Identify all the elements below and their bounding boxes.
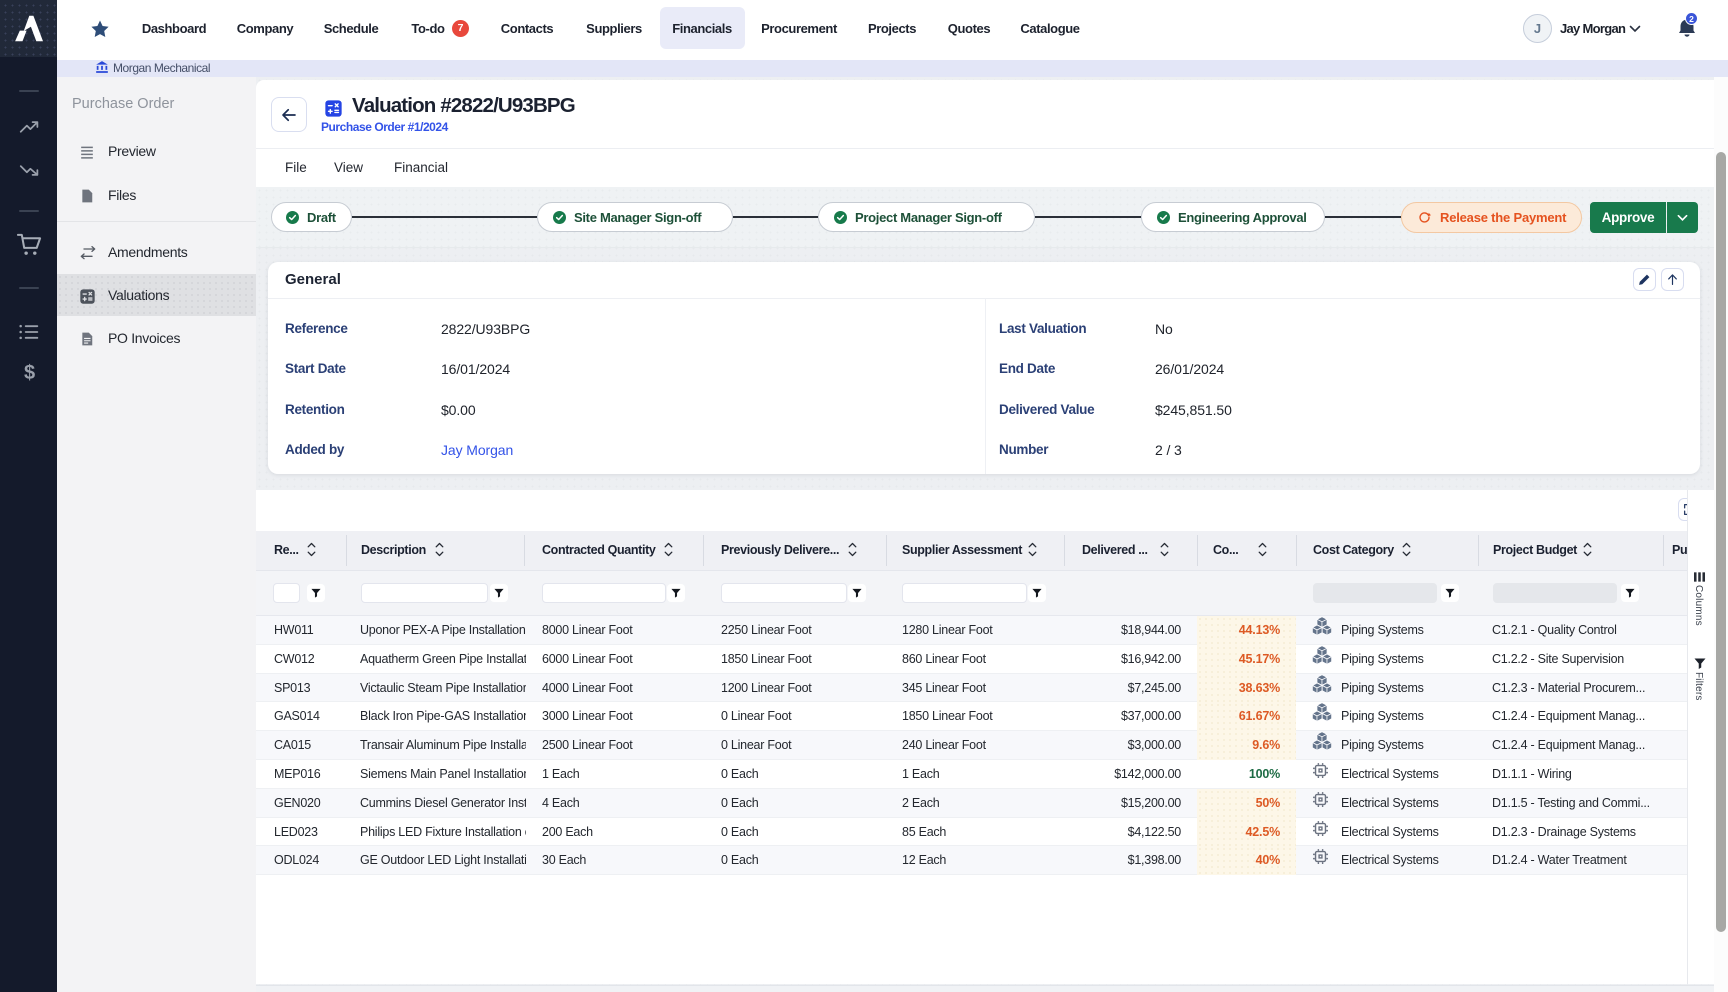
svg-text:$: $ (24, 362, 35, 384)
